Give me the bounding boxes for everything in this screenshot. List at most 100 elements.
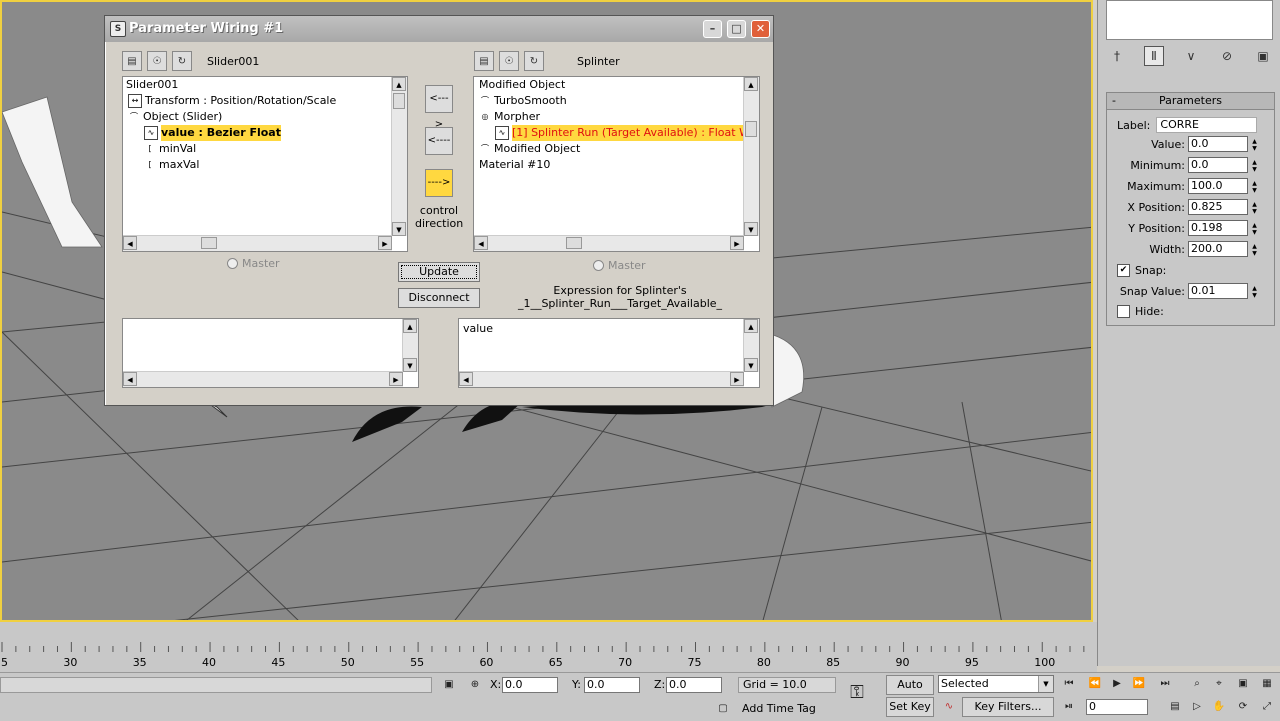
scroll-left-icon[interactable]: ◀ xyxy=(459,372,473,386)
minimize-button[interactable]: – xyxy=(703,20,722,38)
zoom-extents-all-icon[interactable]: ▦ xyxy=(1258,676,1276,692)
update-button[interactable]: Update xyxy=(398,262,480,282)
tree-node-maxval[interactable]: [maxVal xyxy=(144,157,199,173)
spinner-arrows-icon[interactable]: ▲ ▼ xyxy=(1250,201,1259,215)
horizontal-scrollbar[interactable]: ◀ ▶ xyxy=(123,371,403,387)
left-parameter-tree[interactable]: Slider001 ↔ Transform : Position/Rotation… xyxy=(122,76,408,252)
horizontal-scrollbar[interactable]: ◀ ▶ xyxy=(459,371,744,387)
tree-node-minval[interactable]: [minVal xyxy=(144,141,196,157)
absolute-mode-icon[interactable]: ⊕ xyxy=(466,677,484,693)
scroll-up-icon[interactable]: ▲ xyxy=(403,319,417,333)
zoom-extents-icon[interactable]: ▣ xyxy=(1234,676,1252,692)
y-coordinate-field[interactable]: 0.0 xyxy=(584,677,640,693)
pick-object-icon[interactable]: ▤ xyxy=(474,51,494,71)
key-mode-toggle-icon[interactable]: ⏯ xyxy=(1060,699,1078,715)
tree-node-modified-object-2[interactable]: ⌒ Modified Object xyxy=(479,141,580,157)
scroll-left-icon[interactable]: ◀ xyxy=(123,372,137,386)
pick-object-icon[interactable]: ▤ xyxy=(122,51,142,71)
configure-modifier-sets-icon[interactable]: ▣ xyxy=(1254,47,1272,65)
vertical-scrollbar[interactable]: ▲ ▼ xyxy=(743,319,759,372)
param-spinner[interactable]: 0.825 ▲ ▼ xyxy=(1188,199,1257,215)
left-to-right-button[interactable]: <---- xyxy=(425,127,453,155)
spinner-arrows-icon[interactable]: ▲ ▼ xyxy=(1250,159,1259,173)
param-spinner[interactable]: 100.0 ▲ ▼ xyxy=(1188,178,1257,194)
two-way-button[interactable]: <---> xyxy=(425,85,453,130)
snap-checkbox[interactable]: ✔ xyxy=(1117,264,1130,277)
chevron-down-icon[interactable]: ▼ xyxy=(1038,676,1053,692)
spinner-arrows-icon[interactable]: ▲ ▼ xyxy=(1250,285,1259,299)
tree-node-modified-object[interactable]: Modified Object xyxy=(479,77,565,93)
find-icon[interactable]: ☉ xyxy=(147,51,167,71)
next-frame-icon[interactable]: ⏩ xyxy=(1130,676,1148,692)
pan-icon[interactable]: ✋ xyxy=(1210,699,1228,715)
scroll-down-icon[interactable]: ▼ xyxy=(744,222,758,236)
orbit-icon[interactable]: ⟳ xyxy=(1234,699,1252,715)
tree-node-splinter-run-selected[interactable]: ∿ [1] Splinter Run (Target Available) : F… xyxy=(495,125,759,141)
scroll-up-icon[interactable]: ▲ xyxy=(744,77,758,91)
master-radio-left[interactable]: Master xyxy=(227,257,280,270)
scroll-left-icon[interactable]: ◀ xyxy=(123,236,137,250)
scroll-thumb[interactable] xyxy=(201,237,217,249)
maximize-button[interactable]: □ xyxy=(727,20,746,38)
scroll-thumb[interactable] xyxy=(393,93,405,109)
key-icon[interactable]: ⚿ xyxy=(848,684,866,702)
scroll-down-icon[interactable]: ▼ xyxy=(392,222,406,236)
find-icon[interactable]: ☉ xyxy=(499,51,519,71)
right-to-left-button[interactable]: ----> xyxy=(425,169,453,197)
pin-stack-icon[interactable]: † xyxy=(1108,47,1126,65)
scroll-right-icon[interactable]: ▶ xyxy=(389,372,403,386)
x-coordinate-field[interactable]: 0.0 xyxy=(502,677,558,693)
previous-frame-icon[interactable]: ⏪ xyxy=(1086,676,1104,692)
close-button[interactable]: ✕ xyxy=(751,20,770,38)
refresh-icon[interactable]: ↻ xyxy=(524,51,544,71)
spinner-arrows-icon[interactable]: ▲ ▼ xyxy=(1250,138,1259,152)
scroll-right-icon[interactable]: ▶ xyxy=(730,372,744,386)
time-tag-icon[interactable]: ▢ xyxy=(714,701,732,717)
param-spinner[interactable]: 0.0 ▲ ▼ xyxy=(1188,157,1257,173)
tree-node-object[interactable]: ⌒ Object (Slider) xyxy=(128,109,222,125)
param-spinner[interactable]: 0.0 ▲ ▼ xyxy=(1188,136,1257,152)
scroll-up-icon[interactable]: ▲ xyxy=(744,319,758,333)
dialog-titlebar[interactable]: S Parameter Wiring #1 – □ ✕ xyxy=(105,16,773,42)
set-key-button[interactable]: Set Key xyxy=(886,697,934,717)
tree-node-slider001[interactable]: Slider001 xyxy=(126,77,178,93)
spinner-arrows-icon[interactable]: ▲ ▼ xyxy=(1250,222,1259,236)
maximize-viewport-icon[interactable]: ⤢ xyxy=(1258,699,1276,715)
make-unique-icon[interactable]: ∨ xyxy=(1182,47,1200,65)
scroll-up-icon[interactable]: ▲ xyxy=(392,77,406,91)
rollout-header[interactable]: - Parameters xyxy=(1107,93,1274,110)
disconnect-button[interactable]: Disconnect xyxy=(398,288,480,308)
right-parameter-tree[interactable]: Modified Object ⌒ TurboSmooth ◎ Morpher ∿[… xyxy=(473,76,760,252)
label-field[interactable]: CORRE xyxy=(1156,117,1258,133)
snap-value-spinner[interactable]: 0.01 ▲ ▼ xyxy=(1188,283,1257,299)
tree-node-turbosmooth[interactable]: ⌒ TurboSmooth xyxy=(479,93,567,109)
auto-key-button[interactable]: Auto Key xyxy=(886,675,934,709)
spinner-arrows-icon[interactable]: ▲ ▼ xyxy=(1250,243,1259,257)
add-time-tag[interactable]: Add Time Tag xyxy=(742,701,816,717)
refresh-icon[interactable]: ↻ xyxy=(172,51,192,71)
tree-node-value-selected[interactable]: ∿ value : Bezier Float xyxy=(144,125,281,141)
scroll-right-icon[interactable]: ▶ xyxy=(730,236,744,250)
tangent-curve-icon[interactable]: ∿ xyxy=(940,699,958,715)
tree-node-material[interactable]: Material #10 xyxy=(479,157,550,173)
go-to-start-icon[interactable]: ⏮ xyxy=(1060,676,1078,692)
master-radio-right[interactable]: Master xyxy=(593,259,646,272)
vertical-scrollbar[interactable]: ▲ ▼ xyxy=(402,319,418,372)
param-spinner[interactable]: 0.198 ▲ ▼ xyxy=(1188,220,1257,236)
object-name-box[interactable] xyxy=(1106,0,1273,40)
scroll-thumb[interactable] xyxy=(566,237,582,249)
go-to-end-icon[interactable]: ⏭ xyxy=(1156,676,1174,692)
zoom-all-icon[interactable]: ⌖ xyxy=(1210,676,1228,692)
param-spinner[interactable]: 200.0 ▲ ▼ xyxy=(1188,241,1257,257)
spinner-arrows-icon[interactable]: ▲ ▼ xyxy=(1250,180,1259,194)
play-icon[interactable]: ▶ xyxy=(1108,676,1126,692)
current-frame-field[interactable]: 0 xyxy=(1086,699,1148,715)
key-mode-dropdown[interactable]: Selected ▼ xyxy=(938,675,1054,693)
scroll-down-icon[interactable]: ▼ xyxy=(744,358,758,372)
scroll-down-icon[interactable]: ▼ xyxy=(403,358,417,372)
scroll-thumb[interactable] xyxy=(745,121,757,137)
z-coordinate-field[interactable]: 0.0 xyxy=(666,677,722,693)
right-expression-box[interactable]: value ▲ ▼ ◀ ▶ xyxy=(458,318,760,388)
left-expression-box[interactable]: ▲ ▼ ◀ ▶ xyxy=(122,318,419,388)
hide-checkbox[interactable] xyxy=(1117,305,1130,318)
